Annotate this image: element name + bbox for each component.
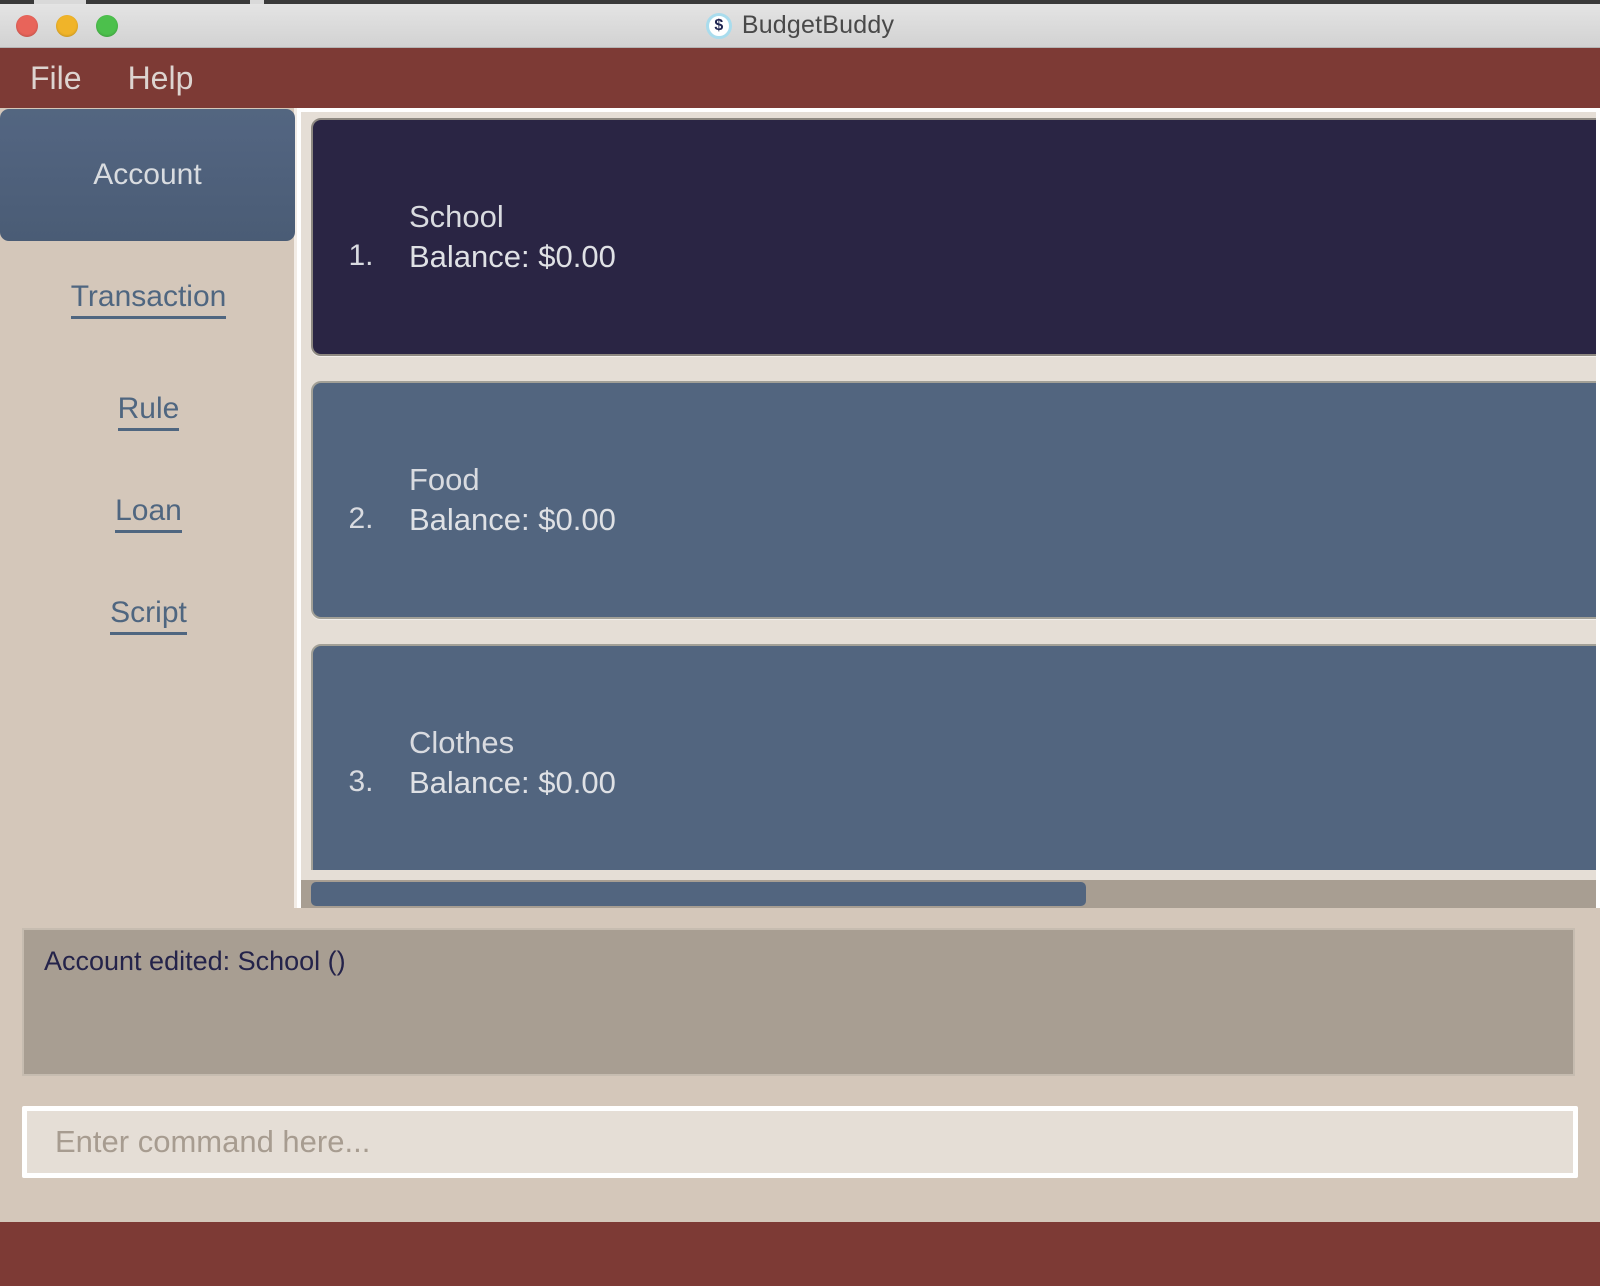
account-list-viewport[interactable]: 1. School Balance: $0.00 2. Food Balance…: [311, 118, 1596, 870]
account-list-item[interactable]: 3. Clothes Balance: $0.00: [311, 644, 1596, 870]
account-details: Food Balance: $0.00: [409, 462, 616, 538]
log-output-panel: Account edited: School (): [22, 928, 1575, 1076]
horizontal-scrollbar-track[interactable]: [301, 880, 1596, 908]
footer-strip: [0, 1222, 1600, 1286]
sidebar-item-account-label: Account: [93, 158, 202, 191]
account-details: Clothes Balance: $0.00: [409, 725, 616, 801]
account-list-item[interactable]: 1. School Balance: $0.00: [311, 118, 1596, 356]
account-index: 3.: [348, 765, 374, 798]
account-name: Food: [409, 462, 480, 497]
sidebar-item-loan[interactable]: Loan: [0, 494, 297, 533]
menu-item-help[interactable]: Help: [128, 60, 194, 97]
log-panel-wrapper: Account edited: School (): [0, 916, 1600, 1088]
horizontal-scrollbar-thumb[interactable]: [311, 882, 1086, 906]
sidebar-item-rule[interactable]: Rule: [0, 392, 297, 431]
account-balance: Balance: $0.00: [409, 239, 616, 274]
account-name: School: [409, 199, 504, 234]
account-balance: Balance: $0.00: [409, 502, 616, 537]
zoom-button[interactable]: [96, 14, 118, 37]
app-window: $ BudgetBuddy File Help Account Transact…: [0, 0, 1600, 1286]
command-input-wrapper: [0, 1096, 1600, 1188]
main-body: Account Transaction Rule Loan Script 1.: [0, 108, 1600, 1222]
account-index: 1.: [348, 239, 374, 272]
account-balance: Balance: $0.00: [409, 765, 616, 800]
close-button[interactable]: [16, 14, 38, 37]
window-title-group: $ BudgetBuddy: [0, 11, 1600, 40]
window-title: BudgetBuddy: [741, 11, 895, 39]
sidebar-item-rule-label: Rule: [117, 392, 180, 431]
traffic-lights: [16, 14, 118, 37]
sidebar-item-account[interactable]: Account: [0, 109, 295, 241]
sidebar-item-transaction-label: Transaction: [70, 280, 227, 319]
log-line: Account edited: School (): [44, 946, 346, 976]
account-details: School Balance: $0.00: [409, 199, 616, 275]
minimize-button[interactable]: [56, 14, 78, 37]
window-titlebar: $ BudgetBuddy: [0, 4, 1600, 48]
sidebar-item-transaction[interactable]: Transaction: [0, 280, 297, 319]
account-name: Clothes: [409, 725, 515, 760]
account-list-item[interactable]: 2. Food Balance: $0.00: [311, 381, 1596, 619]
account-list-panel: 1. School Balance: $0.00 2. Food Balance…: [297, 108, 1600, 908]
app-menubar: File Help: [0, 48, 1600, 108]
sidebar-item-script-label: Script: [110, 596, 187, 635]
menu-item-file[interactable]: File: [30, 60, 82, 97]
dollar-coin-icon: $: [705, 12, 732, 39]
command-input[interactable]: [22, 1106, 1578, 1178]
account-index: 2.: [348, 502, 374, 535]
sidebar-item-loan-label: Loan: [115, 494, 182, 533]
sidebar: Account Transaction Rule Loan Script: [0, 108, 297, 908]
sidebar-item-script[interactable]: Script: [0, 596, 297, 635]
